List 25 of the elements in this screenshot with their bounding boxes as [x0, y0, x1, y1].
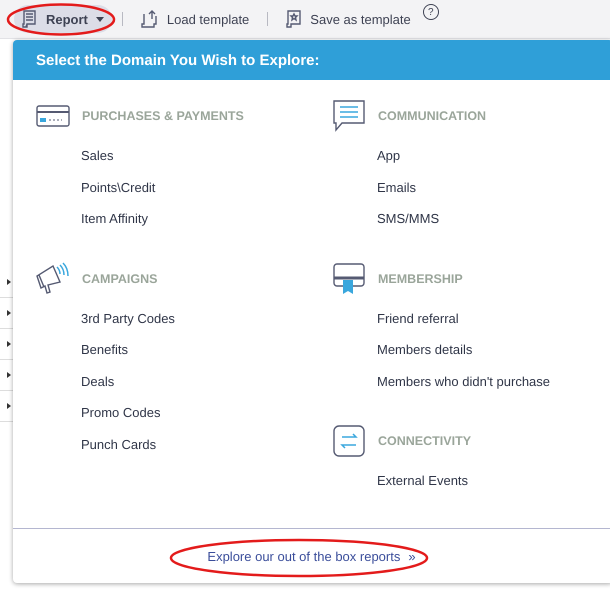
domain-menu-item[interactable]: Benefits — [81, 334, 128, 366]
double-chevron-icon: » — [408, 548, 416, 564]
domain-menu-item[interactable]: Emails — [377, 172, 416, 203]
domain-menu-item[interactable]: Members details — [377, 334, 472, 366]
save-template-button[interactable]: Save as template — [278, 5, 419, 33]
domain-menu-item[interactable]: Sales — [81, 140, 114, 172]
domain-menu-item[interactable]: External Events — [377, 465, 468, 496]
domain-menu-item[interactable]: 3rd Party Codes — [81, 302, 175, 334]
section-heading: CONNECTIVITY — [378, 434, 472, 448]
domain-menu-item[interactable]: Members who didn't purchase — [377, 366, 550, 397]
section-heading: MEMBERSHIP — [378, 272, 463, 286]
domain-menu-item[interactable]: App — [377, 140, 400, 172]
load-template-button[interactable]: Load template — [132, 5, 258, 33]
section-heading: PURCHASES & PAYMENTS — [82, 109, 244, 123]
domain-menu-item[interactable]: Item Affinity — [81, 203, 148, 234]
domain-menu-item[interactable]: Friend referral — [377, 302, 459, 334]
domain-menu-item[interactable]: Punch Cards — [81, 428, 156, 460]
section-heading: CAMPAIGNS — [82, 272, 158, 286]
domain-menu-item[interactable]: Deals — [81, 366, 114, 397]
domain-menu-item[interactable]: Points\Credit — [81, 172, 156, 203]
domain-menu-item[interactable]: Promo Codes — [81, 397, 160, 428]
domain-menu-item[interactable]: SMS/MMS — [377, 203, 440, 234]
help-icon[interactable]: ? — [422, 4, 439, 20]
dropdown-title: Select the Domain You Wish to Explore: — [13, 40, 610, 80]
section-heading: COMMUNICATION — [378, 109, 486, 123]
